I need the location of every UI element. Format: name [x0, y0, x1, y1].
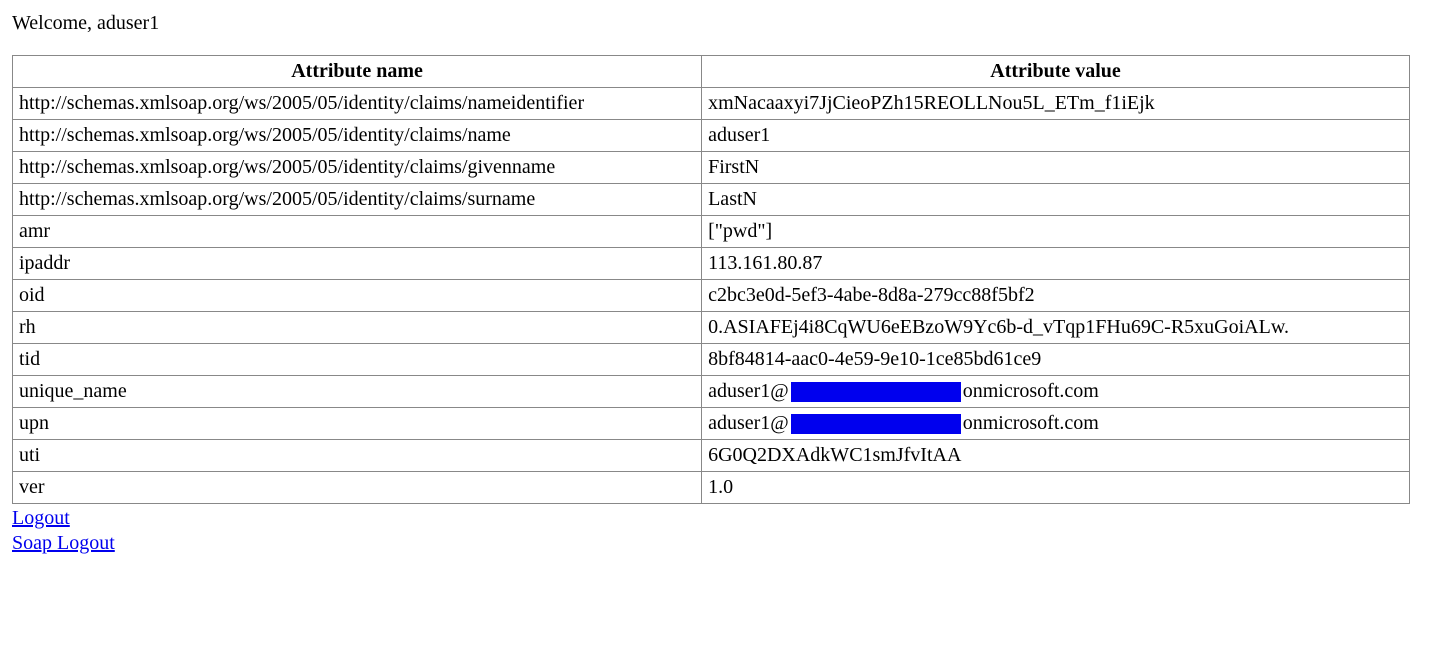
attribute-value-cell: c2bc3e0d-5ef3-4abe-8d8a-279cc88f5bf2	[702, 280, 1410, 312]
attribute-value-cell: LastN	[702, 184, 1410, 216]
soap-logout-link[interactable]: Soap Logout	[12, 532, 115, 554]
attributes-table: Attribute name Attribute value http://sc…	[12, 55, 1410, 504]
header-attribute-name: Attribute name	[13, 56, 702, 88]
attribute-name-cell: rh	[13, 312, 702, 344]
attribute-name-cell: http://schemas.xmlsoap.org/ws/2005/05/id…	[13, 120, 702, 152]
table-row: amr["pwd"]	[13, 216, 1410, 248]
attribute-value-cell: 8bf84814-aac0-4e59-9e10-1ce85bd61ce9	[702, 344, 1410, 376]
attribute-value-cell: aduser1	[702, 120, 1410, 152]
table-row: http://schemas.xmlsoap.org/ws/2005/05/id…	[13, 152, 1410, 184]
links-section: Logout Soap Logout	[12, 506, 1428, 556]
table-row: unique_name aduser1@ onmicrosoft.com	[13, 376, 1410, 408]
table-row: uti6G0Q2DXAdkWC1smJfvItAA	[13, 440, 1410, 472]
attribute-value-cell: aduser1@ onmicrosoft.com	[702, 408, 1410, 440]
attribute-name-cell: http://schemas.xmlsoap.org/ws/2005/05/id…	[13, 152, 702, 184]
attribute-value-cell: 113.161.80.87	[702, 248, 1410, 280]
table-row: rh0.ASIAFEj4i8CqWU6eEBzoW9Yc6b-d_vTqp1FH…	[13, 312, 1410, 344]
table-row: tid8bf84814-aac0-4e59-9e10-1ce85bd61ce9	[13, 344, 1410, 376]
attribute-value-cell: aduser1@ onmicrosoft.com	[702, 376, 1410, 408]
attribute-value-cell: xmNacaaxyi7JjCieoPZh15REOLLNou5L_ETm_f1i…	[702, 88, 1410, 120]
value-prefix: aduser1@	[708, 380, 789, 402]
attribute-name-cell: uti	[13, 440, 702, 472]
attribute-name-cell: upn	[13, 408, 702, 440]
value-suffix: onmicrosoft.com	[963, 380, 1099, 402]
attribute-value-cell: FirstN	[702, 152, 1410, 184]
attribute-value-cell: ["pwd"]	[702, 216, 1410, 248]
redaction-block	[791, 414, 961, 434]
redaction-block	[791, 382, 961, 402]
attribute-name-cell: http://schemas.xmlsoap.org/ws/2005/05/id…	[13, 88, 702, 120]
attribute-name-cell: oid	[13, 280, 702, 312]
table-row: ver1.0	[13, 472, 1410, 504]
header-attribute-value: Attribute value	[702, 56, 1410, 88]
attribute-value-cell: 0.ASIAFEj4i8CqWU6eEBzoW9Yc6b-d_vTqp1FHu6…	[702, 312, 1410, 344]
value-prefix: aduser1@	[708, 412, 789, 434]
attribute-name-cell: ver	[13, 472, 702, 504]
attribute-name-cell: tid	[13, 344, 702, 376]
value-suffix: onmicrosoft.com	[963, 412, 1099, 434]
welcome-message: Welcome, aduser1	[12, 12, 1428, 35]
attribute-value-cell: 1.0	[702, 472, 1410, 504]
table-row: http://schemas.xmlsoap.org/ws/2005/05/id…	[13, 184, 1410, 216]
attribute-name-cell: ipaddr	[13, 248, 702, 280]
logout-link[interactable]: Logout	[12, 507, 70, 529]
attribute-name-cell: amr	[13, 216, 702, 248]
table-row: upn aduser1@ onmicrosoft.com	[13, 408, 1410, 440]
table-header-row: Attribute name Attribute value	[13, 56, 1410, 88]
table-row: http://schemas.xmlsoap.org/ws/2005/05/id…	[13, 120, 1410, 152]
attribute-value-cell: 6G0Q2DXAdkWC1smJfvItAA	[702, 440, 1410, 472]
table-row: http://schemas.xmlsoap.org/ws/2005/05/id…	[13, 88, 1410, 120]
attribute-name-cell: http://schemas.xmlsoap.org/ws/2005/05/id…	[13, 184, 702, 216]
table-row: ipaddr113.161.80.87	[13, 248, 1410, 280]
attribute-name-cell: unique_name	[13, 376, 702, 408]
table-row: oidc2bc3e0d-5ef3-4abe-8d8a-279cc88f5bf2	[13, 280, 1410, 312]
